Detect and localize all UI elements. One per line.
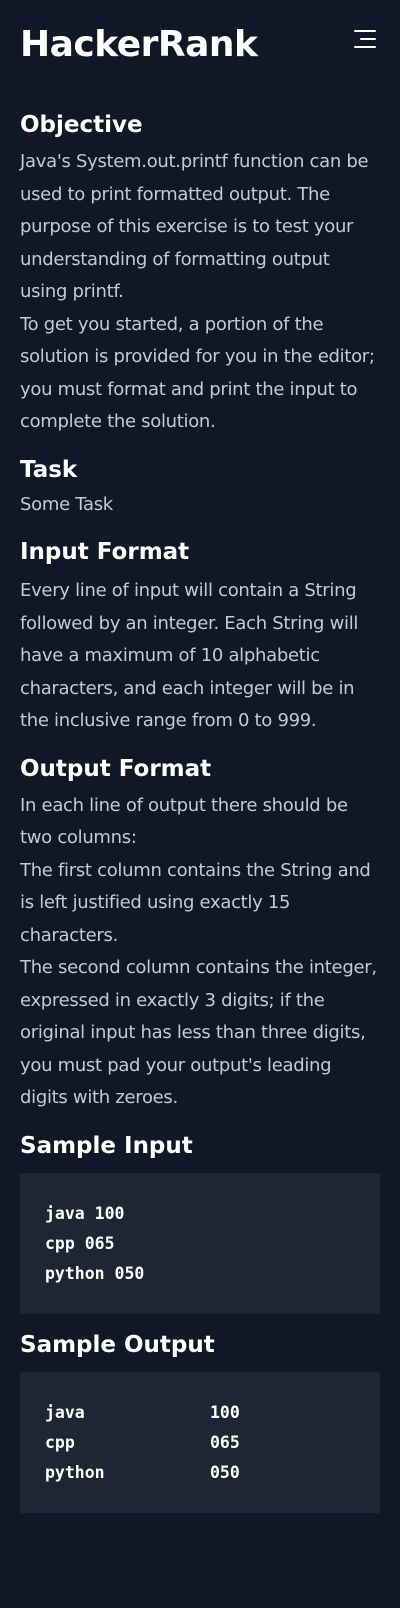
sample-output-name: java: [45, 1402, 85, 1422]
sample-input-line: java 100: [45, 1203, 125, 1223]
sample-output-row: java 100: [45, 1398, 355, 1428]
sample-output-value: 065: [210, 1432, 240, 1452]
task-heading: Task: [20, 456, 78, 483]
sample-output-heading: Sample Output: [20, 1331, 215, 1358]
objective-paragraph-1: Java's System.out.printf function can be…: [20, 151, 369, 302]
objective-paragraph-2: To get you started, a portion of the sol…: [20, 313, 375, 433]
output-format-paragraph-1: In each line of output there should be t…: [20, 794, 348, 849]
header: HackerRank: [20, 0, 380, 100]
task-text: Some Task: [20, 493, 113, 515]
sample-input-section: Sample Input java 100 cpp 065 python 050: [20, 1129, 380, 1314]
output-format-paragraph-3: The second column contains the integer, …: [20, 957, 377, 1108]
sample-output-name: cpp: [45, 1432, 75, 1452]
sample-output-value: 050: [210, 1462, 240, 1482]
sample-output-section: Sample Output java 100 cpp 065 python 050: [20, 1328, 380, 1513]
sample-output-value: 100: [210, 1402, 240, 1422]
sample-input-code: java 100 cpp 065 python 050: [20, 1172, 380, 1314]
brand-logo[interactable]: HackerRank: [20, 19, 258, 71]
task-section: Task Some Task: [20, 453, 380, 522]
problem-page: HackerRank Objective Java's System.out.p…: [0, 0, 400, 1513]
output-format-paragraph-2: The first column contains the String and…: [20, 859, 371, 946]
input-format-text: Every line of input will contain a Strin…: [20, 580, 359, 731]
sample-output-code: java 100 cpp 065 python 050: [20, 1371, 380, 1513]
output-format-section: Output Format In each line of output the…: [20, 752, 380, 1115]
sample-input-heading: Sample Input: [20, 1132, 193, 1159]
hamburger-menu-icon[interactable]: [352, 30, 376, 50]
input-format-heading: Input Format: [20, 539, 190, 565]
sample-input-line: python 050: [45, 1263, 145, 1283]
output-format-heading: Output Format: [20, 755, 212, 782]
input-format-section: Input Format Every line of input will co…: [20, 535, 380, 738]
sample-output-row: cpp 065: [45, 1428, 355, 1458]
objective-section: Objective Java's System.out.printf funct…: [20, 108, 380, 439]
sample-output-row: python 050: [45, 1458, 355, 1488]
sample-output-name: python: [45, 1462, 105, 1482]
objective-heading: Objective: [20, 112, 143, 138]
sample-input-line: cpp 065: [45, 1233, 115, 1253]
